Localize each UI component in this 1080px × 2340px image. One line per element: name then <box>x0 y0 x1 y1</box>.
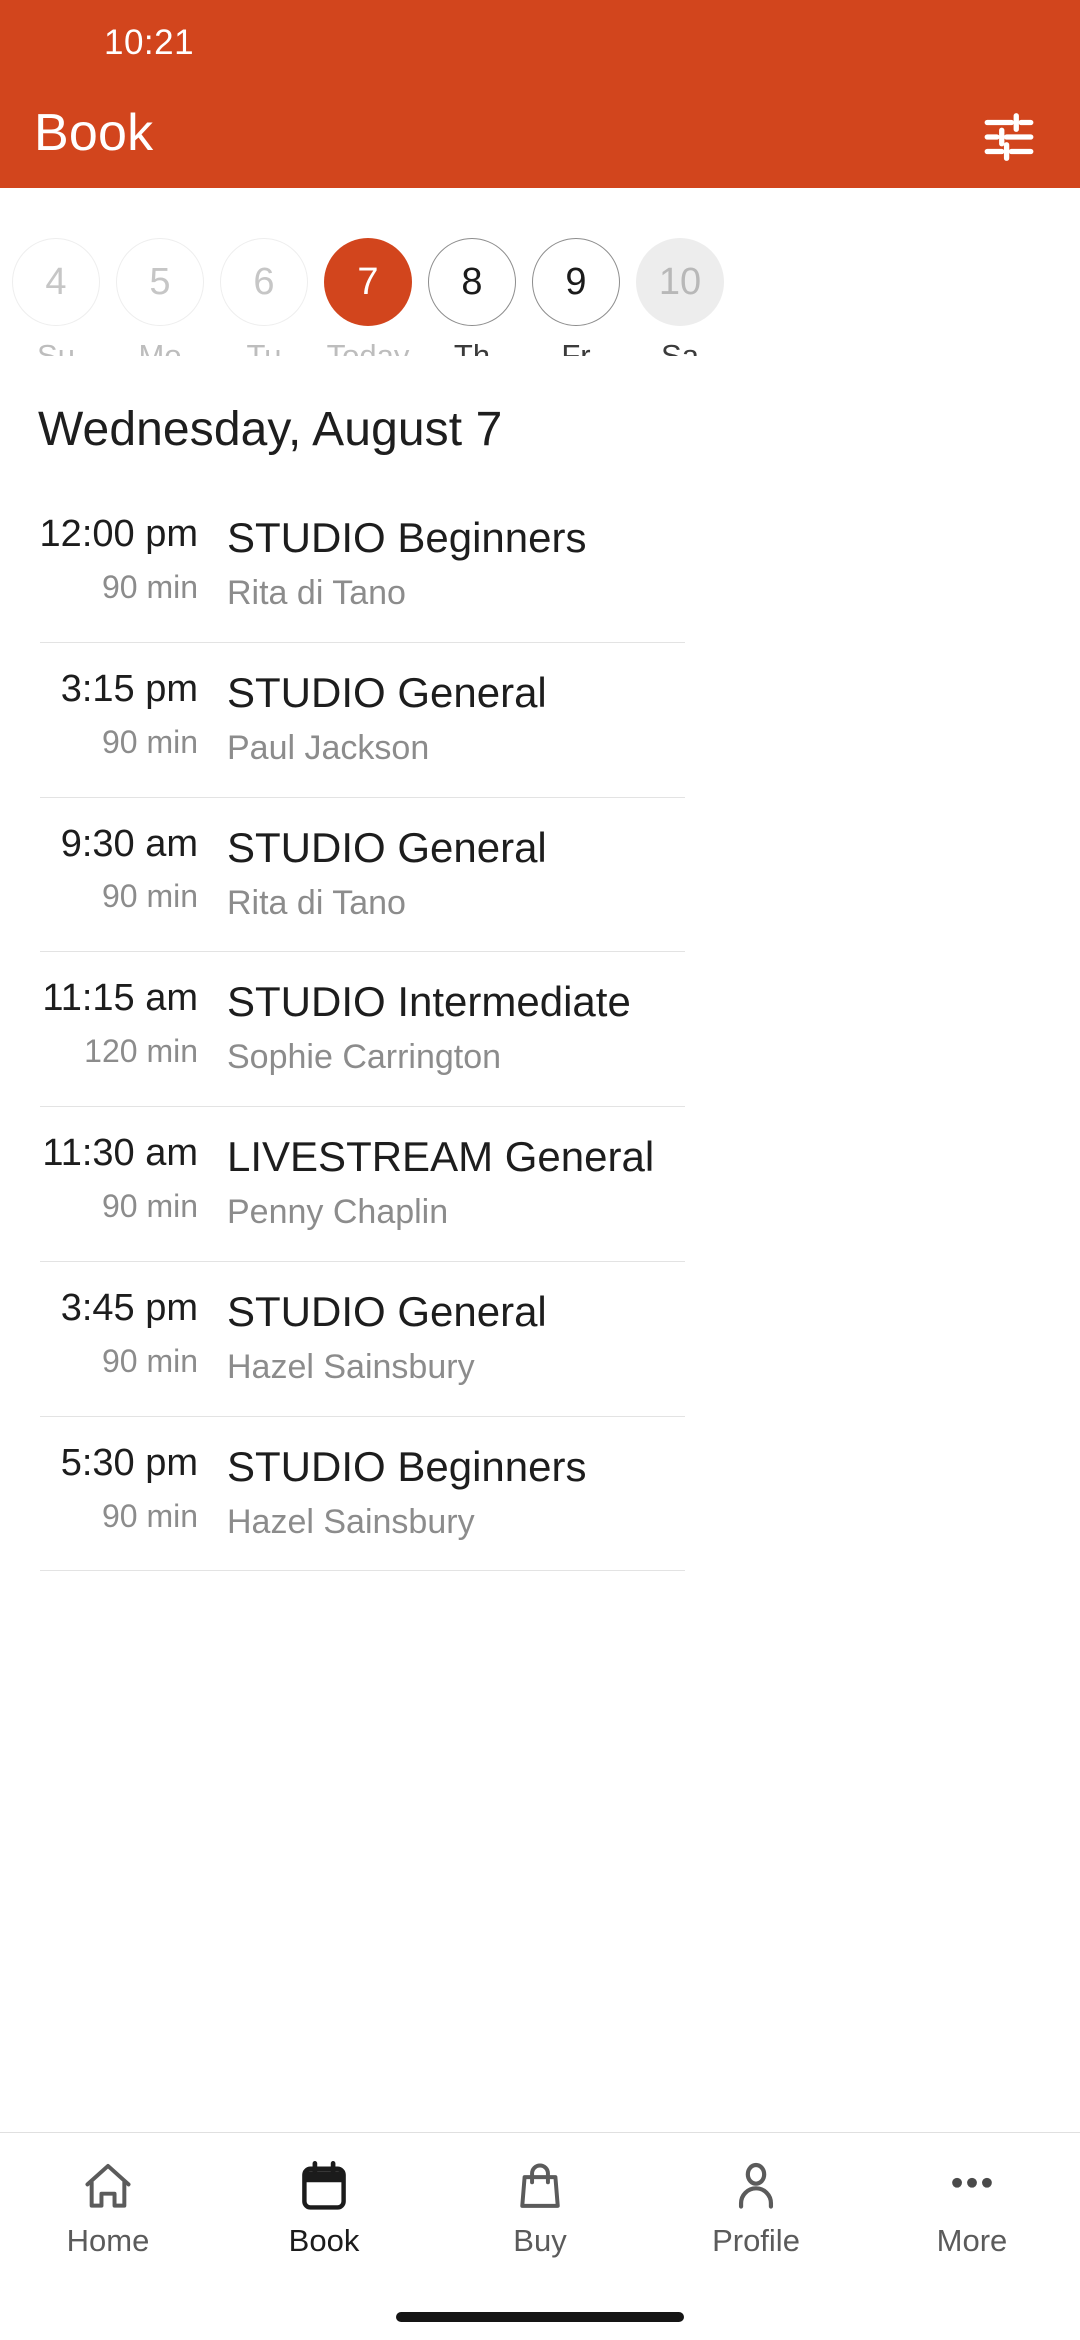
app-screen: 10:21 Book 4 Su 5 Mo 6 Tu 7 Today 8 Th 9… <box>0 0 1080 2340</box>
class-list-item[interactable]: 9:30 am 90 min STUDIO General Rita di Ta… <box>0 796 1080 952</box>
nav-item-home[interactable]: Home <box>0 2157 216 2256</box>
ellipsis-icon <box>944 2157 1000 2215</box>
class-list-item[interactable]: 11:30 am 90 min LIVESTREAM General Penny… <box>0 1106 1080 1261</box>
class-name: STUDIO General <box>227 823 547 871</box>
nav-item-profile[interactable]: Profile <box>648 2157 864 2256</box>
nav-label-buy: Buy <box>513 2223 567 2258</box>
class-duration: 90 min <box>101 1497 198 1534</box>
class-time: 9:30 am <box>60 822 198 865</box>
class-duration: 90 min <box>101 1342 198 1379</box>
date-number[interactable]: 4 <box>12 238 100 326</box>
class-time-column: 3:45 pm 90 min <box>0 1286 210 1379</box>
class-list-item[interactable]: 3:15 pm 90 min STUDIO General Paul Jacks… <box>0 641 1080 797</box>
app-bar-row: Book <box>0 86 1080 188</box>
class-name: LIVESTREAM General <box>227 1133 655 1181</box>
class-info-column: LIVESTREAM General Penny Chaplin <box>210 1134 654 1231</box>
class-info-column: STUDIO General Paul Jackson <box>210 670 547 767</box>
class-time: 5:30 pm <box>60 1441 198 1484</box>
class-name: STUDIO Beginners <box>227 1442 587 1490</box>
class-instructor: Paul Jackson <box>227 728 430 767</box>
date-cell-8[interactable]: 8 Th <box>420 238 524 356</box>
app-bar: 10:21 Book <box>0 0 1080 188</box>
class-time-column: 9:30 am 90 min <box>0 822 210 915</box>
page-title: Book <box>34 104 154 162</box>
date-weekday-label: Mo <box>138 338 182 356</box>
date-cell-5[interactable]: 5 Mo <box>108 238 212 356</box>
date-cell-4[interactable]: 4 Su <box>4 238 108 356</box>
class-instructor: Penny Chaplin <box>227 1193 449 1232</box>
date-number[interactable]: 9 <box>532 238 620 326</box>
class-instructor: Rita di Tano <box>227 574 406 613</box>
date-cell-9[interactable]: 9 Fr <box>524 238 628 356</box>
class-instructor: Sophie Carrington <box>227 1038 502 1077</box>
nav-item-book[interactable]: Book <box>216 2157 432 2256</box>
date-weekday-label: Tu <box>246 338 282 356</box>
home-indicator[interactable] <box>396 2312 684 2322</box>
nav-label-more: More <box>936 2223 1008 2258</box>
class-list[interactable]: 12:00 pm 90 min STUDIO Beginners Rita di… <box>0 457 1080 2132</box>
date-number-selected[interactable]: 7 <box>324 238 412 326</box>
class-time: 3:45 pm <box>60 1286 198 1329</box>
date-weekday-label: Su <box>37 338 75 356</box>
class-info-column: STUDIO Beginners Rita di Tano <box>210 515 586 612</box>
class-list-item[interactable]: 12:00 pm 90 min STUDIO Beginners Rita di… <box>0 487 1080 642</box>
class-time: 3:15 pm <box>60 667 198 710</box>
class-time-column: 5:30 pm 90 min <box>0 1441 210 1534</box>
class-info-column: STUDIO General Rita di Tano <box>210 825 547 922</box>
class-instructor: Hazel Sainsbury <box>227 1502 475 1541</box>
nav-item-buy[interactable]: Buy <box>432 2157 648 2256</box>
bottom-navigation-bar[interactable]: Home Book Buy Profile More <box>0 2132 1080 2294</box>
class-instructor: Hazel Sainsbury <box>227 1348 475 1386</box>
class-name: STUDIO General <box>227 668 547 716</box>
date-number[interactable]: 5 <box>116 238 204 326</box>
class-duration: 120 min <box>84 1033 198 1070</box>
class-duration: 90 min <box>101 568 198 605</box>
status-bar-clock: 10:21 <box>104 23 195 62</box>
list-end-divider <box>40 1570 685 1572</box>
class-time: 11:30 am <box>42 1132 198 1175</box>
status-bar: 10:21 <box>0 0 1080 86</box>
date-number[interactable]: 6 <box>220 238 308 326</box>
class-time: 11:15 am <box>42 977 198 1020</box>
class-info-column: STUDIO Intermediate Sophie Carrington <box>210 979 631 1076</box>
class-time: 12:00 pm <box>39 513 198 555</box>
calendar-icon <box>296 2157 352 2215</box>
date-number[interactable]: 10 <box>636 238 724 326</box>
class-list-item[interactable]: 3:45 pm 90 min STUDIO General Hazel Sain… <box>0 1260 1080 1416</box>
class-name: STUDIO Intermediate <box>227 978 631 1026</box>
date-cell-6[interactable]: 6 Tu <box>212 238 316 356</box>
date-weekday-label: Today <box>326 338 410 356</box>
date-selector-strip[interactable]: 4 Su 5 Mo 6 Tu 7 Today 8 Th 9 Fr 10 Sa <box>0 188 1080 356</box>
home-indicator-area <box>0 2294 1080 2340</box>
class-name: STUDIO General <box>227 1287 547 1335</box>
class-list-item[interactable]: 11:15 am 120 min STUDIO Intermediate Sop… <box>0 951 1080 1106</box>
class-time-column: 3:15 pm 90 min <box>0 667 210 760</box>
class-duration: 90 min <box>101 723 198 760</box>
date-weekday-label: Fr <box>561 338 591 356</box>
class-duration: 90 min <box>101 878 198 915</box>
class-time-column: 11:30 am 90 min <box>0 1132 210 1225</box>
class-info-column: STUDIO General Hazel Sainsbury <box>210 1289 547 1386</box>
person-icon <box>728 2157 784 2215</box>
nav-label-profile: Profile <box>712 2223 800 2258</box>
class-name: STUDIO Beginners <box>227 514 587 561</box>
nav-label-home: Home <box>66 2223 150 2258</box>
date-cell-7-today[interactable]: 7 Today <box>316 238 420 356</box>
home-icon <box>80 2157 136 2215</box>
date-weekday-label: Th <box>453 338 491 356</box>
bag-icon <box>512 2157 568 2215</box>
nav-label-book: Book <box>288 2223 360 2258</box>
schedule-date-heading: Wednesday, August 7 <box>38 403 503 456</box>
nav-item-more[interactable]: More <box>864 2157 1080 2256</box>
class-info-column: STUDIO Beginners Hazel Sainsbury <box>210 1444 586 1541</box>
class-time-column: 12:00 pm 90 min <box>0 513 210 605</box>
filter-icon[interactable] <box>980 108 1038 166</box>
date-cell-10[interactable]: 10 Sa <box>628 238 732 356</box>
date-weekday-label: Sa <box>661 338 699 356</box>
date-number[interactable]: 8 <box>428 238 516 326</box>
class-time-column: 11:15 am 120 min <box>0 977 210 1070</box>
class-instructor: Rita di Tano <box>227 883 406 922</box>
class-duration: 90 min <box>101 1188 198 1225</box>
class-list-item[interactable]: 5:30 pm 90 min STUDIO Beginners Hazel Sa… <box>0 1415 1080 1571</box>
